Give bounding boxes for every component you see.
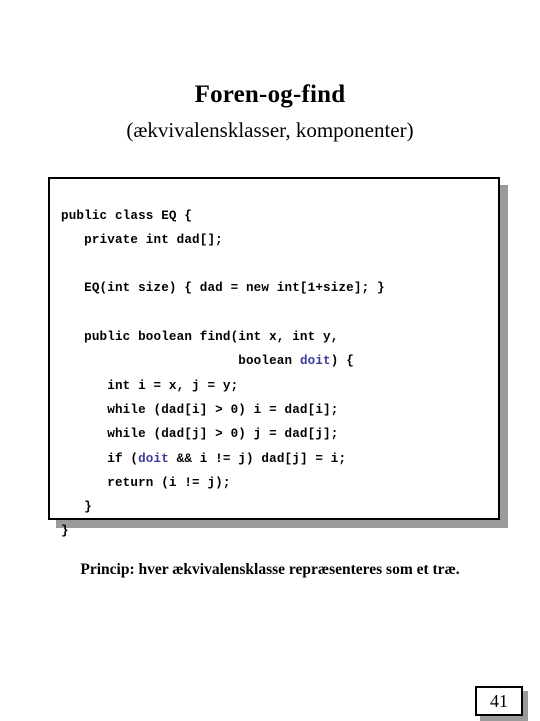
- code-line: int i = x, j = y;: [61, 378, 239, 393]
- page-number-box: 41: [475, 686, 523, 716]
- page-subtitle: (ækvivalensklasser, komponenter): [126, 118, 414, 142]
- page-number-label: 41: [490, 691, 508, 711]
- slide-caption: Princip: hver ækvivalensklasse repræsent…: [80, 561, 460, 578]
- code-line: public boolean find(int x, int y,: [61, 330, 339, 345]
- code-line: public class EQ {: [61, 208, 193, 223]
- code-line: }: [61, 524, 69, 539]
- code-listing: public class EQ { private int dad[]; EQ(…: [61, 204, 494, 544]
- code-text: ) {: [330, 354, 354, 369]
- code-line: if (doit && i != j) dad[j] = i;: [61, 447, 494, 471]
- code-line: return (i != j);: [61, 475, 231, 490]
- code-identifier-doit: doit: [138, 451, 169, 466]
- code-text: && i != j) dad[j] = i;: [168, 451, 347, 466]
- code-line: }: [61, 500, 92, 515]
- page-number-container: 41: [475, 686, 528, 721]
- code-line: EQ(int size) { dad = new int[1+size]; }: [61, 281, 385, 296]
- code-identifier-doit: doit: [299, 354, 331, 369]
- code-line: while (dad[i] > 0) i = dad[i];: [61, 402, 339, 417]
- page-title: Foren-og-find: [194, 81, 346, 108]
- code-block: public class EQ { private int dad[]; EQ(…: [48, 177, 500, 538]
- code-line: while (dad[j] > 0) j = dad[j];: [61, 427, 339, 442]
- code-line: boolean doit) {: [61, 349, 494, 373]
- code-line: private int dad[];: [61, 232, 223, 247]
- code-text: if (: [61, 451, 139, 466]
- code-block-container: public class EQ { private int dad[]; EQ(…: [48, 177, 508, 538]
- code-text: boolean: [61, 354, 300, 369]
